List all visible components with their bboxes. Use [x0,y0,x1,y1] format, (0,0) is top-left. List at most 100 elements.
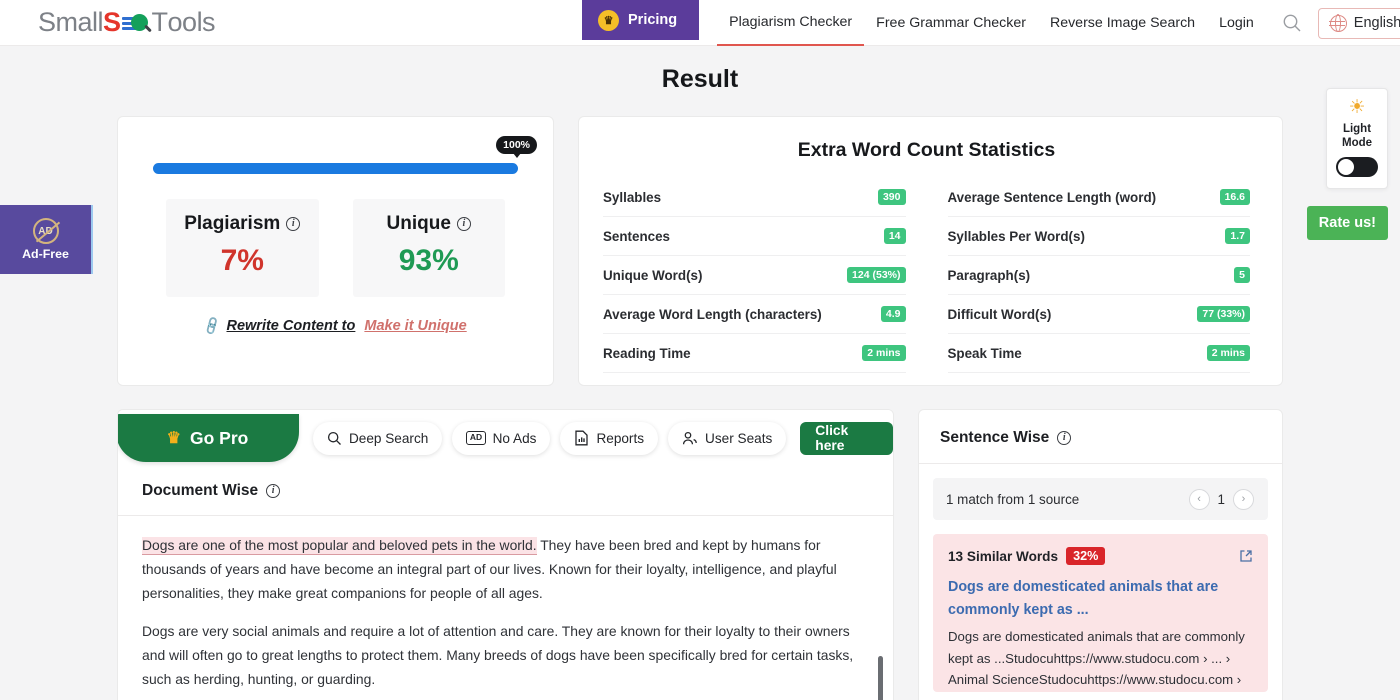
plagiarized-sentence[interactable]: Dogs are one of the most popular and bel… [142,537,537,555]
stat-label: Average Sentence Length (word) [947,189,1157,205]
ad-free-banner[interactable]: AD Ad-Free [0,205,93,274]
user-seats-chip[interactable]: User Seats [668,421,787,455]
pricing-label: Pricing [628,12,678,28]
stat-label: Reading Time [603,345,691,361]
no-ads-chip[interactable]: AD No Ads [452,421,551,455]
paragraph-rest: Dogs are very social animals and require… [142,622,854,687]
sun-icon: ☀ [1348,97,1366,118]
nav-item-free-grammar-checker[interactable]: Free Grammar Checker [864,0,1038,46]
stat-value: 2 mins [1206,345,1250,361]
unique-value: 93% [398,244,459,277]
stat-row: Average Word Length (characters) 4.9 [603,295,906,334]
chevron-right-icon[interactable]: › [1233,488,1254,510]
document-scrollbar[interactable] [878,656,883,700]
info-icon[interactable]: i [456,217,471,231]
nav-item-reverse-image-search[interactable]: Reverse Image Search [1038,0,1207,46]
pro-toolbar: ♛ Go Pro Deep Search AD No Ads Reports U… [118,410,893,466]
ad-block-icon: AD [466,431,486,445]
document-paragraph: Dogs are one of the most popular and bel… [142,534,861,606]
stat-value: 77 (33%) [1197,306,1250,322]
stat-row: Sentences 14 [603,217,906,256]
mode-label-line2: Mode [1341,137,1373,149]
rewrite-prefix[interactable]: Rewrite Content to [226,318,355,334]
mode-label-line1: Light [1342,123,1372,135]
nav-label: Plagiarism Checker [729,14,853,30]
ad-free-label: Ad-Free [22,247,69,261]
page-title: Result [661,65,739,93]
ad-badge-text: AD [38,225,53,237]
similarity-percent-badge: 32% [1066,547,1106,565]
stat-label: Sentences [603,228,670,244]
progress-bar: 100% [153,136,537,174]
chip-label: User Seats [705,430,773,446]
info-icon[interactable]: i [1057,431,1072,445]
chevron-left-icon[interactable]: ‹ [1188,488,1210,510]
document-wise-heading: Document Wise i [118,466,893,516]
go-pro-button[interactable]: ♛ Go Pro [118,414,299,462]
source-description: Dogs are domesticated animals that are c… [948,629,1245,688]
source-title-link[interactable]: Dogs are domesticated animals that are c… [948,576,1253,622]
plagiarism-score-box: Plagiarism i 7% [166,199,319,297]
site-logo[interactable]: Small S Tools [38,7,216,38]
site-header: Small S Tools ♛ Pricing Plagiarism Checker… [0,0,1400,46]
logo-text-ools: ools [167,7,216,37]
stat-label: Syllables Per Word(s) [947,228,1085,244]
stat-row: Reading Time 2 mins [603,334,906,373]
similar-words-label: 13 Similar Words [948,548,1059,564]
language-selector[interactable]: English ▼ [1317,7,1400,39]
stat-label: Difficult Word(s) [947,306,1052,322]
unique-label: Unique [386,213,451,234]
pricing-button[interactable]: ♛ Pricing [582,0,700,40]
theme-mode-widget: ☀ Light Mode [1326,88,1388,189]
toggle-knob [1338,159,1354,175]
info-icon[interactable]: i [266,484,281,498]
crown-icon: ♛ [598,9,619,31]
theme-toggle[interactable] [1336,157,1378,177]
document-report-icon [574,430,589,446]
stat-value: 2 mins [862,345,906,361]
rewrite-content-row[interactable]: 🔗 Rewrite Content to Make it Unique [148,315,523,337]
stat-value: 5 [1234,267,1250,283]
search-icon [327,431,342,446]
chip-label: Deep Search [348,430,429,446]
stat-row: Unique Word(s) 124 (53%) [603,256,906,295]
statistics-title: Extra Word Count Statistics [797,139,1056,161]
document-wise-card: ♛ Go Pro Deep Search AD No Ads Reports U… [117,409,894,700]
stat-label: Average Word Length (characters) [603,306,822,322]
magnifier-icon [130,14,152,35]
stat-row: Paragraph(s) 5 [947,256,1250,295]
nav-item-plagiarism-checker[interactable]: Plagiarism Checker [717,0,865,46]
stat-label: Unique Word(s) [603,267,703,283]
link-icon: 🔗 [201,315,223,337]
chip-label: Reports [596,430,645,446]
logo-letter-s: S [103,7,121,37]
stat-value: 390 [877,189,906,205]
word-count-statistics-card: Extra Word Count Statistics Syllables 390… [578,116,1283,386]
statistics-column-right: Average Sentence Length (word) 16.6 Sylla… [947,178,1250,373]
nav-item-login[interactable]: Login [1207,0,1266,46]
crown-icon: ♛ [166,430,181,447]
stat-label: Speak Time [947,345,1022,361]
make-it-unique-link[interactable]: Make it Unique [364,318,466,334]
rate-us-button[interactable]: Rate us! [1306,206,1388,240]
rate-us-label: Rate us! [1318,215,1376,231]
info-icon[interactable]: i [286,217,301,231]
search-icon[interactable] [1280,11,1304,35]
reports-chip[interactable]: Reports [560,421,659,455]
score-card: 100% Plagiarism i 7% Unique i 93% 🔗 Rewr… [117,116,554,386]
stat-row: Average Sentence Length (word) 16.6 [947,178,1250,217]
logo-text-small: Small [38,7,104,37]
sentence-wise-title: Sentence Wise [940,429,1050,446]
stat-value: 124 (53%) [847,267,906,283]
go-pro-label: Go Pro [189,427,249,448]
detail-row: ♛ Go Pro Deep Search AD No Ads Reports U… [117,409,1283,700]
main-navigation: ♛ Pricing Plagiarism Checker Free Gramma… [582,0,1400,46]
external-link-icon[interactable] [1239,549,1253,563]
nav-label: Free Grammar Checker [876,15,1026,31]
summary-row: 100% Plagiarism i 7% Unique i 93% 🔗 Rewr… [117,116,1283,386]
click-here-button[interactable]: Click here [800,421,893,455]
deep-search-chip[interactable]: Deep Search [312,421,443,455]
sentence-wise-card: Sentence Wise i 1 match from 1 source ‹ … [918,409,1283,700]
stat-value: 4.9 [880,306,906,322]
stat-value: 16.6 [1219,189,1250,205]
